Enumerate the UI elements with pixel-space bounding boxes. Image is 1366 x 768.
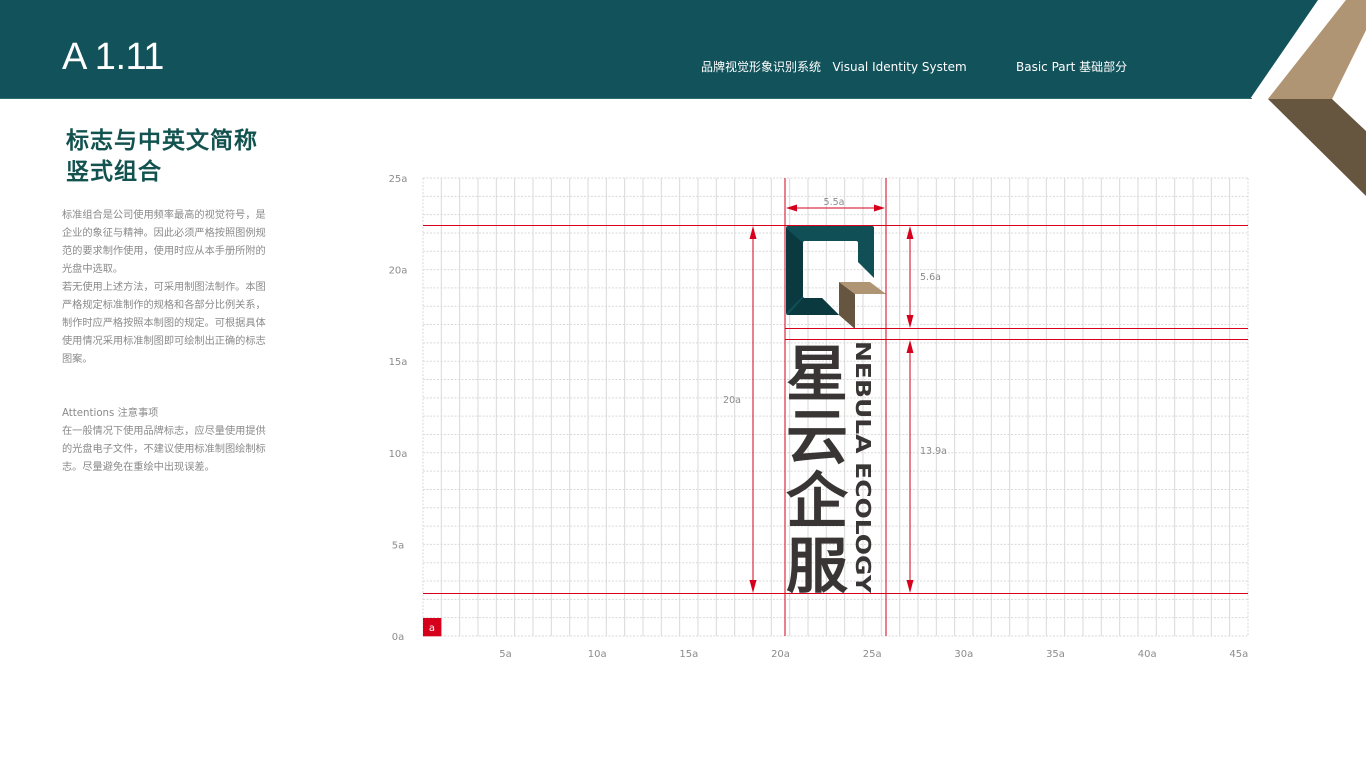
y-tick-label: 0a xyxy=(392,632,405,643)
chinese-wordmark: 星 云 企 服 xyxy=(786,340,849,602)
construction-grid: 0a 5a 10a 15a 20a 25a 5a 10a 15a 20a 25a 30a 35a 40a… xyxy=(389,174,1249,660)
x-tick-label: 40a xyxy=(1138,649,1157,660)
mark-height-label: 5.6a xyxy=(920,272,941,283)
x-tick-label: 10a xyxy=(588,649,607,660)
x-tick-label: 20a xyxy=(771,649,790,660)
text-height-label: 13.9a xyxy=(920,446,947,457)
x-tick-label: 25a xyxy=(863,649,882,660)
y-tick-label: 5a xyxy=(392,540,405,551)
y-tick-label: 15a xyxy=(389,357,408,368)
x-tick-label: 45a xyxy=(1229,649,1248,660)
english-wordmark: NEBULA ECOLOGY xyxy=(851,341,875,594)
y-tick-label: 25a xyxy=(389,174,408,185)
x-tick-label: 30a xyxy=(954,649,973,660)
total-height-label: 20a xyxy=(723,395,741,406)
y-tick-label: 20a xyxy=(389,266,408,277)
wordmark-char-3: 企 xyxy=(786,467,849,537)
width-dimension-label: 5.5a xyxy=(824,197,845,208)
y-axis-ticks: 0a 5a 10a 15a 20a 25a xyxy=(389,174,408,643)
wordmark-char-4: 服 xyxy=(786,532,848,602)
x-tick-label: 35a xyxy=(1046,649,1065,660)
logo-mark xyxy=(786,226,886,329)
x-axis-ticks: 5a 10a 15a 20a 25a 30a 35a 40a 45a xyxy=(499,649,1248,660)
wordmark-char-1: 星 xyxy=(786,340,848,410)
wordmark-char-2: 云 xyxy=(786,403,848,473)
x-tick-label: 15a xyxy=(679,649,698,660)
y-tick-label: 10a xyxy=(389,449,408,460)
x-tick-label: 5a xyxy=(499,649,512,660)
unit-square-label: a xyxy=(429,623,435,634)
